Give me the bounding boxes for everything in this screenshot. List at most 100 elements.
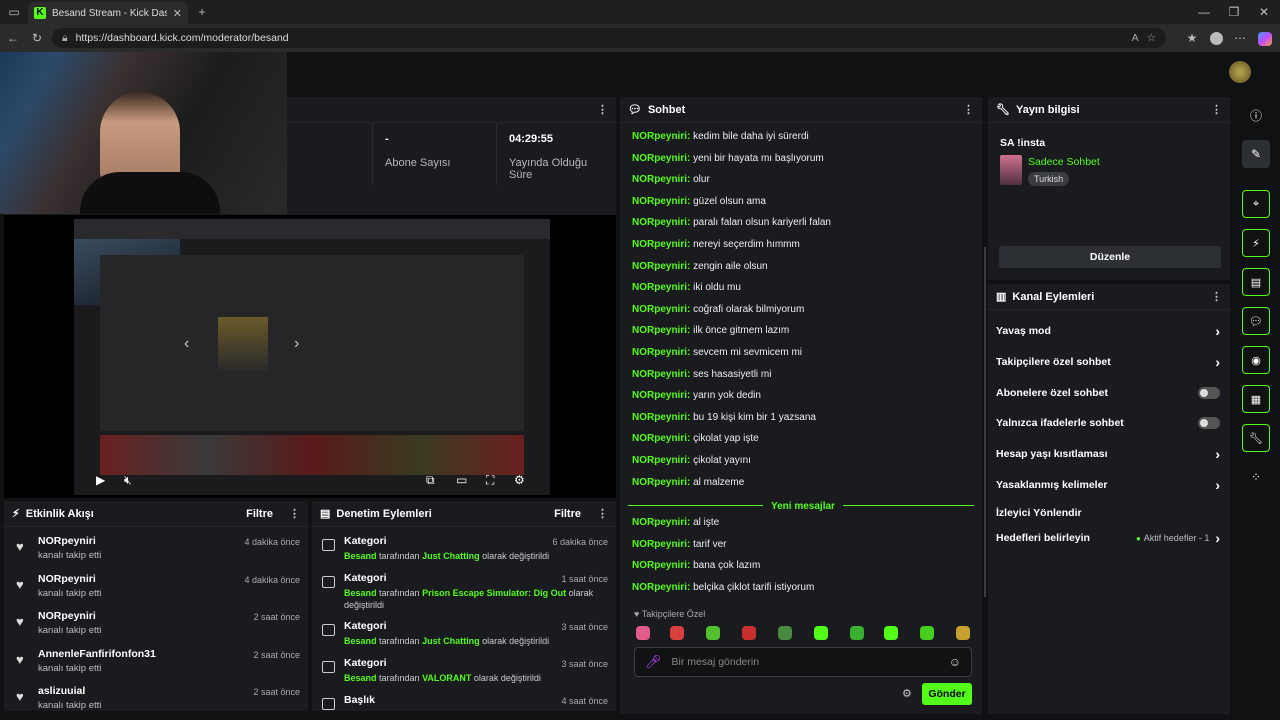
emote-2[interactable] xyxy=(670,626,684,640)
moderation-target[interactable]: Just Chatting xyxy=(422,636,480,646)
channel-action-item[interactable]: Hesap yaşı kısıtlaması › xyxy=(996,439,1220,469)
pip-icon[interactable]: ⧉ xyxy=(426,473,435,488)
chat-settings-icon[interactable]: ⚙ xyxy=(902,687,912,700)
info-icon[interactable]: ⓘ xyxy=(1242,101,1270,129)
emote-9[interactable] xyxy=(920,626,934,640)
chat-menu-icon[interactable]: ⋮ xyxy=(963,103,974,116)
browser-tab[interactable]: K Besand Stream - Kick Dashboard ✕ xyxy=(28,2,188,24)
activity-filter-button[interactable]: Filtre xyxy=(246,508,273,520)
profile-avatar[interactable] xyxy=(1210,32,1223,45)
tab-actions-icon[interactable]: ▭ xyxy=(6,2,22,22)
mute-icon[interactable]: 🔇︎ xyxy=(124,473,132,488)
chat-input[interactable]: 🎤︎ Bir mesaj gönderin ☺ xyxy=(634,647,972,677)
chat-username[interactable]: NORpeyniri: xyxy=(632,282,690,293)
activity-item[interactable]: ♥ AnnenleFanfirifonfon31 kanalı takip etti… xyxy=(4,644,308,681)
notes-icon[interactable]: ▤ xyxy=(1242,268,1270,296)
more-menu-icon[interactable]: ⋯ xyxy=(1232,28,1248,48)
favorites-icon[interactable]: ★ xyxy=(1184,28,1200,48)
emote-3[interactable] xyxy=(706,626,720,640)
activity-item[interactable]: ♥ NORpeyniri kanalı takip etti 4 dakika önc… xyxy=(4,569,308,606)
chat-username[interactable]: NORpeyniri: xyxy=(632,455,690,466)
address-bar[interactable]: 🔒︎ https://dashboard.kick.com/moderator/… xyxy=(52,28,1166,48)
broadcast-icon[interactable]: ◉ xyxy=(1242,346,1270,374)
chat-username[interactable]: NORpeyniri: xyxy=(632,196,690,207)
maximize-icon[interactable]: ❐ xyxy=(1226,2,1242,22)
fullscreen-icon[interactable]: ⛶ xyxy=(486,473,494,488)
back-icon[interactable]: ← xyxy=(4,28,22,48)
lightning-icon[interactable]: ⚡︎ xyxy=(1242,229,1270,257)
chat-username[interactable]: NORpeyniri: xyxy=(632,131,690,142)
moderation-filter-button[interactable]: Filtre xyxy=(554,508,581,520)
chat-username[interactable]: NORpeyniri: xyxy=(632,239,690,250)
channel-action-item[interactable]: Yalnızca ifadelerle sohbet xyxy=(996,408,1220,438)
settings-gear-icon[interactable]: ⚙ xyxy=(514,473,525,487)
moderation-actor[interactable]: Besand xyxy=(344,636,377,646)
moderation-target[interactable]: Prison Escape Simulator: Dig Out xyxy=(422,588,566,598)
moderation-menu-icon[interactable]: ⋮ xyxy=(597,507,608,520)
chat-username[interactable]: NORpeyniri: xyxy=(632,325,690,336)
tools-icon[interactable]: 🔧︎ xyxy=(1242,424,1270,452)
chat-username[interactable]: NORpeyniri: xyxy=(632,390,690,401)
channel-action-item[interactable]: Hedefleri belirleyin ● Aktif hedefler - 1 › xyxy=(996,523,1220,553)
chat-username[interactable]: NORpeyniri: xyxy=(632,174,690,185)
minimize-icon[interactable]: — xyxy=(1196,2,1212,22)
play-icon[interactable]: ▶ xyxy=(96,473,105,487)
moderation-actor[interactable]: Besand xyxy=(344,673,377,683)
chat-username[interactable]: NORpeyniri: xyxy=(632,153,690,164)
chat-username[interactable]: NORpeyniri: xyxy=(632,369,690,380)
stream-info-menu-icon[interactable]: ⋮ xyxy=(1211,103,1222,116)
chat-username[interactable]: NORpeyniri: xyxy=(632,539,690,550)
emote-10[interactable] xyxy=(956,626,970,640)
emote-5[interactable] xyxy=(778,626,792,640)
chat-username[interactable]: NORpeyniri: xyxy=(632,517,690,528)
moderation-target[interactable]: Just Chatting xyxy=(422,551,480,561)
emote-6[interactable] xyxy=(814,626,828,640)
chat-username[interactable]: NORpeyniri: xyxy=(632,582,690,593)
emote-4[interactable] xyxy=(742,626,756,640)
focus-icon[interactable]: ⌖ xyxy=(1242,190,1270,218)
user-avatar[interactable] xyxy=(1229,61,1251,83)
emote-7[interactable] xyxy=(850,626,864,640)
moderation-actor[interactable]: Besand xyxy=(344,551,377,561)
stream-preview[interactable]: ‹ › ▶ 🔇︎ ⧉ ▭ ⛶ ⚙ xyxy=(4,215,616,498)
moderation-target[interactable]: VALORANT xyxy=(422,673,471,683)
copilot-icon[interactable] xyxy=(1258,32,1272,46)
site-info-icon[interactable]: 🔒︎ xyxy=(62,32,68,45)
close-tab-icon[interactable]: ✕ xyxy=(173,7,182,20)
activity-item[interactable]: ♥ aslizuuial kanalı takip etti 2 saat önce xyxy=(4,681,308,711)
chat-username[interactable]: NORpeyniri: xyxy=(632,412,690,423)
chat-username[interactable]: NORpeyniri: xyxy=(632,560,690,571)
chat-username[interactable]: NORpeyniri: xyxy=(632,433,690,444)
chat-username[interactable]: NORpeyniri: xyxy=(632,304,690,315)
emoji-icon[interactable]: ☺ xyxy=(949,655,961,669)
send-button[interactable]: Gönder xyxy=(922,683,972,705)
chat-username[interactable]: NORpeyniri: xyxy=(632,217,690,228)
chat-icon[interactable]: 💬︎ xyxy=(1242,307,1270,335)
chat-username[interactable]: NORpeyniri: xyxy=(632,477,690,488)
new-tab-icon[interactable]: + xyxy=(194,2,210,22)
emote-1[interactable] xyxy=(636,626,650,640)
pencil-icon[interactable]: ✎ xyxy=(1242,140,1270,168)
activity-item[interactable]: ♥ NORpeyniri kanalı takip etti 4 dakika önc… xyxy=(4,531,308,568)
reload-icon[interactable]: ↻ xyxy=(28,28,46,48)
theater-icon[interactable]: ▭ xyxy=(456,473,467,487)
chat-scrollbar[interactable] xyxy=(984,247,986,597)
activity-item[interactable]: ♥ NORpeyniri kanalı takip etti 2 saat önce xyxy=(4,606,308,643)
stats-menu-icon[interactable]: ⋮ xyxy=(597,103,608,116)
favorite-star-icon[interactable]: ☆ xyxy=(1147,32,1156,44)
close-window-icon[interactable]: ✕ xyxy=(1256,2,1272,22)
microphone-icon[interactable]: 🎤︎ xyxy=(645,654,662,670)
moderation-actor[interactable]: Besand xyxy=(344,588,377,598)
chat-username[interactable]: NORpeyniri: xyxy=(632,347,690,358)
emote-8[interactable] xyxy=(884,626,898,640)
channel-actions-menu-icon[interactable]: ⋮ xyxy=(1211,290,1222,303)
chat-username[interactable]: NORpeyniri: xyxy=(632,261,690,272)
toggle-switch[interactable] xyxy=(1198,387,1220,399)
channel-action-item[interactable]: Abonelere özel sohbet xyxy=(996,378,1220,408)
edit-button[interactable]: Düzenle xyxy=(999,246,1221,268)
read-aloud-icon[interactable]: A xyxy=(1132,32,1139,44)
toggle-switch[interactable] xyxy=(1198,417,1220,429)
stream-category[interactable]: Sadece Sohbet xyxy=(1028,156,1100,168)
activity-menu-icon[interactable]: ⋮ xyxy=(289,507,300,520)
channel-action-item[interactable]: Yavaş mod › xyxy=(996,316,1220,346)
